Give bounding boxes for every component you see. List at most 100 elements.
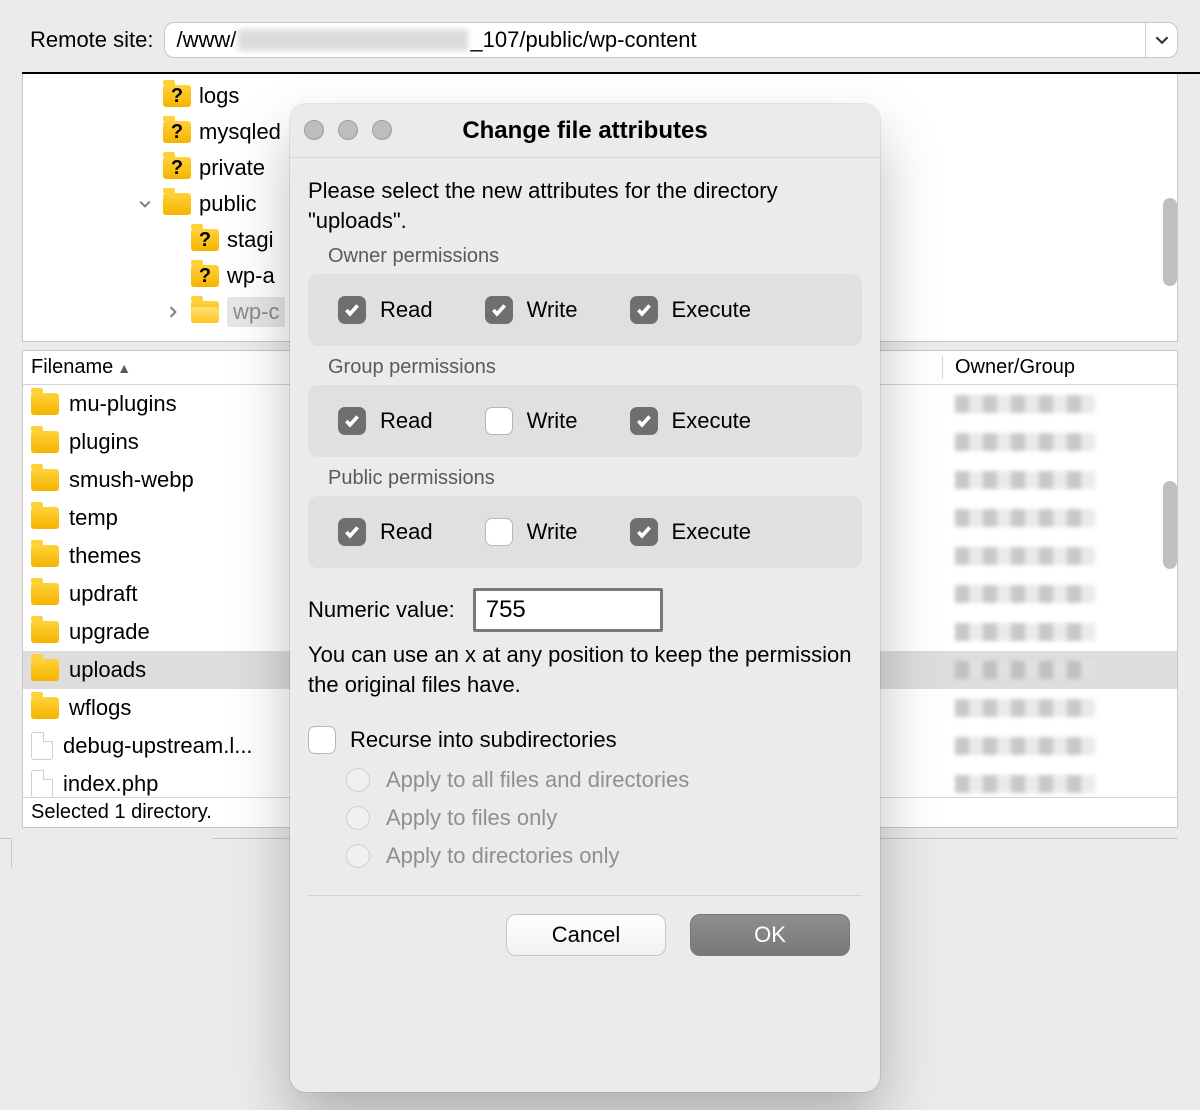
tree-item-label: wp-a <box>227 263 275 289</box>
filename-label: updraft <box>69 581 138 607</box>
redacted-segment <box>955 547 1095 565</box>
recurse-radio: Apply to directories only <box>346 843 862 869</box>
minimize-icon[interactable] <box>338 120 358 140</box>
perm-group-write-checkbox[interactable]: Write <box>485 407 578 435</box>
checkbox-label: Write <box>527 297 578 323</box>
recurse-radio: Apply to files only <box>346 805 862 831</box>
redacted-segment <box>955 509 1095 527</box>
folder-icon <box>31 621 59 643</box>
checkbox-icon <box>485 407 513 435</box>
radio-icon <box>346 806 370 830</box>
dialog-instruction: Please select the new attributes for the… <box>308 176 862 235</box>
owner-cell <box>943 775 1177 793</box>
filename-label: index.php <box>63 771 158 797</box>
checkbox-icon <box>338 407 366 435</box>
radio-label: Apply to directories only <box>386 843 620 869</box>
owner-cell <box>943 433 1177 451</box>
redacted-segment <box>955 699 1095 717</box>
perm-owner-read-checkbox[interactable]: Read <box>338 296 433 324</box>
checkbox-label: Read <box>380 297 433 323</box>
checkbox-label: Write <box>527 408 578 434</box>
ok-button[interactable]: OK <box>690 914 850 956</box>
checkbox-icon <box>630 407 658 435</box>
folder-icon <box>31 507 59 529</box>
filename-label: smush-webp <box>69 467 194 493</box>
perm-group-owner: Read Write Execute <box>308 274 862 346</box>
checkbox-label: Read <box>380 519 433 545</box>
scrollbar[interactable] <box>1163 198 1177 286</box>
folder-icon <box>31 659 59 681</box>
dialog-titlebar: Change file attributes <box>290 104 880 158</box>
radio-icon <box>346 768 370 792</box>
checkbox-icon <box>630 518 658 546</box>
remote-site-label: Remote site: <box>30 27 154 53</box>
chevron-right-icon[interactable] <box>163 302 183 322</box>
close-icon[interactable] <box>304 120 324 140</box>
checkbox-icon <box>485 296 513 324</box>
folder-icon <box>31 545 59 567</box>
filename-label: wflogs <box>69 695 131 721</box>
filename-label: debug-upstream.l... <box>63 733 253 759</box>
dialog-title: Change file attributes <box>462 117 707 145</box>
checkbox-label: Execute <box>672 408 752 434</box>
recurse-checkbox[interactable]: Recurse into subdirectories <box>308 726 617 754</box>
perm-group-execute-checkbox[interactable]: Execute <box>630 407 752 435</box>
radio-label: Apply to all files and directories <box>386 767 689 793</box>
perm-owner-write-checkbox[interactable]: Write <box>485 296 578 324</box>
perm-group-group: Read Write Execute <box>308 385 862 457</box>
radio-icon <box>346 844 370 868</box>
remote-path-dropdown[interactable] <box>1145 23 1177 57</box>
redacted-segment <box>955 775 1095 793</box>
filename-label: mu-plugins <box>69 391 177 417</box>
cancel-button[interactable]: Cancel <box>506 914 666 956</box>
redacted-segment <box>955 737 1095 755</box>
checkbox-icon <box>308 726 336 754</box>
unknown-folder-icon: ? <box>163 85 191 107</box>
chevron-down-icon <box>1155 33 1169 47</box>
checkbox-label: Read <box>380 408 433 434</box>
chevron-down-icon[interactable] <box>135 194 155 214</box>
owner-cell <box>943 699 1177 717</box>
checkbox-icon <box>338 296 366 324</box>
perm-group-label: Public permissions <box>308 467 862 490</box>
scrollbar[interactable] <box>1163 481 1177 569</box>
sort-asc-icon: ▲ <box>117 360 131 376</box>
window-controls <box>304 120 392 140</box>
redacted-segment <box>955 661 1095 679</box>
owner-cell <box>943 585 1177 603</box>
redacted-segment <box>955 585 1095 603</box>
perm-group-label: Group permissions <box>308 356 862 379</box>
unknown-folder-icon: ? <box>163 121 191 143</box>
unknown-folder-icon: ? <box>191 265 219 287</box>
checkbox-label: Execute <box>672 297 752 323</box>
perm-public-write-checkbox[interactable]: Write <box>485 518 578 546</box>
checkbox-icon <box>630 296 658 324</box>
perm-group-read-checkbox[interactable]: Read <box>338 407 433 435</box>
numeric-label: Numeric value: <box>308 597 455 623</box>
perm-owner-execute-checkbox[interactable]: Execute <box>630 296 752 324</box>
folder-icon <box>31 697 59 719</box>
redacted-segment <box>955 471 1095 489</box>
perm-public-read-checkbox[interactable]: Read <box>338 518 433 546</box>
perm-public-execute-checkbox[interactable]: Execute <box>630 518 752 546</box>
folder-icon <box>31 431 59 453</box>
recurse-label: Recurse into subdirectories <box>350 727 617 753</box>
owner-cell <box>943 661 1177 679</box>
zoom-icon[interactable] <box>372 120 392 140</box>
checkbox-icon <box>485 518 513 546</box>
file-icon <box>31 770 53 798</box>
tree-item-label: mysqled <box>199 119 281 145</box>
remote-path-field[interactable]: /www/ _107/public/wp-content <box>164 22 1179 58</box>
unknown-folder-icon: ? <box>163 157 191 179</box>
tree-item-label: stagi <box>227 227 273 253</box>
numeric-value-input[interactable] <box>473 588 663 632</box>
redacted-segment <box>955 395 1095 413</box>
column-owner[interactable]: Owner/Group <box>943 356 1177 379</box>
owner-cell <box>943 737 1177 755</box>
owner-cell <box>943 547 1177 565</box>
perm-group-public: Read Write Execute <box>308 496 862 568</box>
recurse-radio: Apply to all files and directories <box>346 767 862 793</box>
filename-label: uploads <box>69 657 146 683</box>
owner-cell <box>943 509 1177 527</box>
owner-cell <box>943 623 1177 641</box>
